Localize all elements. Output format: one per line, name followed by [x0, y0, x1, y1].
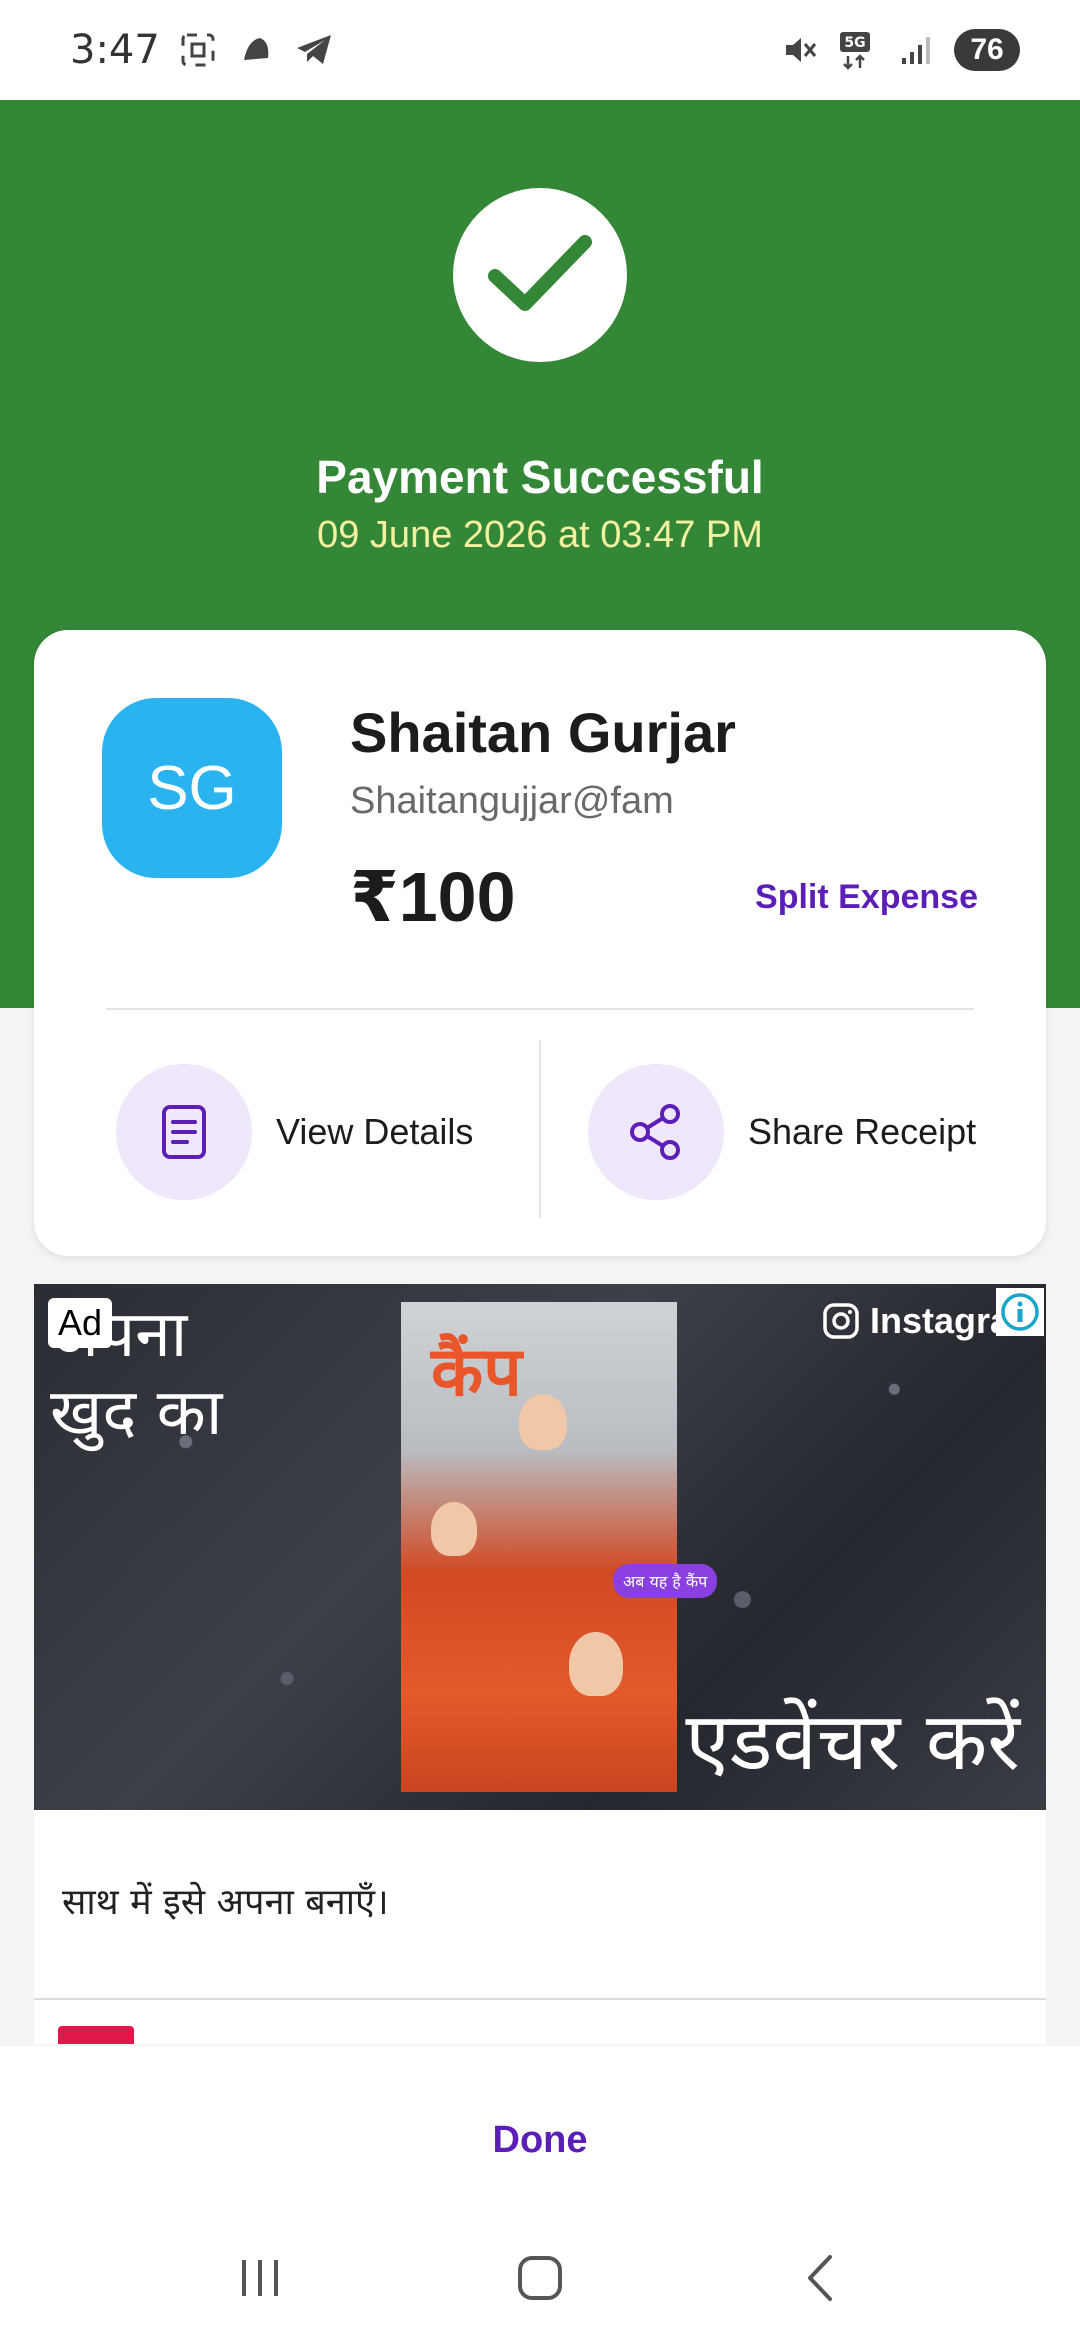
ad-footer-divider: [34, 1998, 1046, 2000]
back-button[interactable]: [760, 2238, 880, 2318]
share-icon: [588, 1064, 724, 1200]
poster-person: [431, 1502, 477, 1556]
ad-badge: Ad: [48, 1298, 113, 1348]
recent-apps-button[interactable]: [200, 2238, 320, 2318]
svg-text:5G: 5G: [844, 35, 865, 51]
view-details-label: View Details: [276, 1111, 474, 1152]
status-bar: 3:47 5G 76: [0, 0, 1080, 100]
status-time: 3:47: [70, 27, 160, 73]
ad-caption: साथ में इसे अपना बनाएँ।: [62, 1882, 389, 1923]
ad-info-icon[interactable]: [996, 1288, 1044, 1336]
poster-person: [519, 1394, 567, 1450]
share-receipt-label: Share Receipt: [748, 1111, 977, 1152]
notification-icon: [236, 30, 276, 70]
card-divider: [106, 1008, 974, 1010]
ad-advertiser-logo: [58, 2026, 134, 2044]
share-receipt-button[interactable]: Share Receipt: [588, 1064, 976, 1200]
status-left: 3:47: [70, 27, 334, 73]
poster-person: [569, 1632, 623, 1696]
payment-datetime: 09 June 2026 at 03:47 PM: [317, 514, 763, 556]
battery-indicator: 76: [954, 29, 1020, 71]
view-details-button[interactable]: View Details: [116, 1064, 473, 1200]
actions-divider: [539, 1040, 541, 1218]
telegram-icon: [294, 30, 334, 70]
ad-headline-line2: खुद का: [50, 1376, 223, 1450]
ad-cta-text: एडवेंचर करें: [685, 1695, 1020, 1788]
payment-card: SG Shaitan Gurjar Shaitangujjar@fam ₹100…: [34, 630, 1046, 1256]
home-icon: [518, 2256, 562, 2300]
payee-upi-id: Shaitangujjar@fam: [350, 780, 674, 822]
system-nav-bar: [0, 2216, 1080, 2340]
ad-poster-chip: अब यह है कैंप: [613, 1564, 718, 1598]
status-right: 5G 76: [780, 29, 1020, 71]
back-icon: [808, 2255, 832, 2301]
ad-poster-title: कैंप: [431, 1333, 522, 1412]
payment-amount: ₹100: [350, 858, 516, 936]
instagram-icon: [823, 1303, 859, 1339]
payee-name: Shaitan Gurjar: [350, 701, 736, 764]
signal-icon: [896, 30, 936, 70]
recent-apps-icon: [242, 2260, 278, 2296]
bottom-area: Done: [0, 2046, 1080, 2340]
ad-poster: कैंप अब यह है कैंप: [401, 1302, 718, 1792]
home-button[interactable]: [480, 2238, 600, 2318]
ad-image[interactable]: Ad अपना खुद का Instagram कैंप अब यह है क…: [34, 1284, 1046, 1810]
split-expense-button[interactable]: Split Expense: [755, 878, 978, 917]
advertisement[interactable]: Ad अपना खुद का Instagram कैंप अब यह है क…: [34, 1284, 1046, 2044]
done-button[interactable]: Done: [340, 2100, 740, 2180]
screenshot-icon: [178, 30, 218, 70]
payment-status-title: Payment Successful: [316, 451, 764, 503]
payee-avatar: SG: [102, 698, 282, 878]
document-icon: [116, 1064, 252, 1200]
success-check-icon: [453, 188, 627, 362]
network-5g-icon: 5G: [838, 30, 878, 70]
mute-icon: [780, 30, 820, 70]
